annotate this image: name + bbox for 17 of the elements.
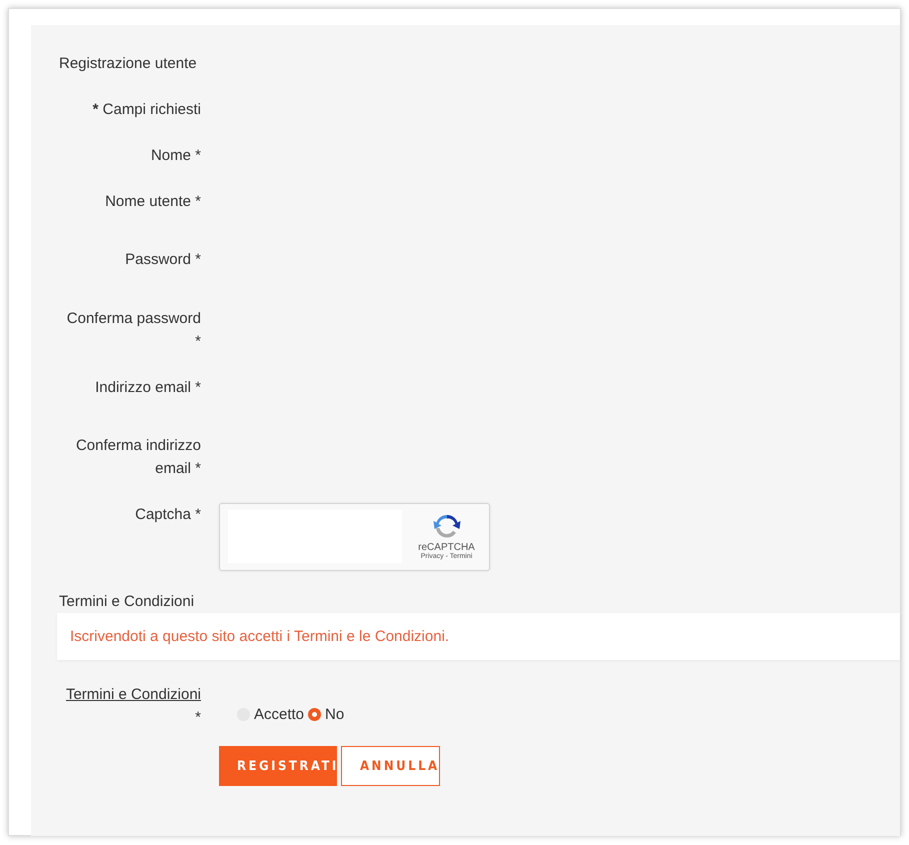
field-label: Conferma indirizzo email *	[74, 436, 201, 479]
terms-label: Termini e Condizioni *	[64, 685, 201, 728]
field-label: Nome *	[150, 146, 201, 166]
terms-notice: Iscrivendoti a questo sito accetti i Termini e le Condizioni.	[57, 613, 900, 660]
required-note: * Campi richiesti	[92, 100, 201, 120]
field-label: Password *	[124, 250, 201, 270]
field-label: Conferma password *	[66, 309, 201, 352]
radio-option[interactable]: No	[308, 703, 344, 726]
terms-link[interactable]: Termini e Condizioni	[66, 686, 201, 703]
form-title: Registrazione utente	[59, 55, 197, 72]
radio-option[interactable]: Accetto	[237, 703, 304, 726]
field-label: Nome utente *	[104, 192, 201, 212]
captcha-brand: reCAPTCHA	[418, 542, 475, 553]
field-label: Indirizzo email *	[94, 378, 201, 398]
section-heading: Termini e Condizioni	[59, 593, 194, 610]
field-label: Captcha *	[134, 505, 201, 525]
recaptcha-logo-icon	[432, 512, 462, 540]
